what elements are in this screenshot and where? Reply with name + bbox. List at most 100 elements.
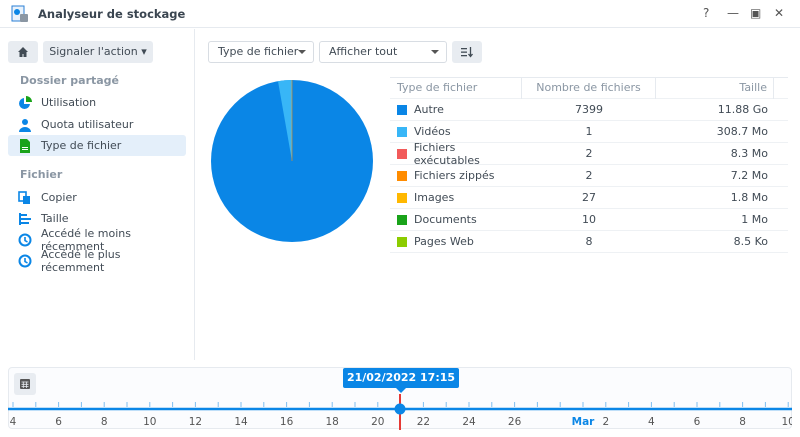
size-cell: 7.2 Mo <box>730 169 768 182</box>
type-label: Images <box>414 191 455 204</box>
size-cell: 1.8 Mo <box>730 191 768 204</box>
size-cell: 1 Mo <box>741 213 768 226</box>
column-header-count[interactable]: Nombre de fichiers <box>522 77 656 99</box>
size-cell: 8.3 Mo <box>730 147 768 160</box>
timeline-label: 18 <box>326 416 339 428</box>
clock-icon <box>18 254 32 267</box>
size-cell: 308.7 Mo <box>716 125 768 138</box>
group-by-value: Type de fichier <box>218 45 299 58</box>
timeline-axis[interactable]: 4 6 8 10 12 14 16 18 20 22 24 26 Mar 2 4 6 8 10 <box>8 392 792 430</box>
sidebar-item-most-recent[interactable]: Accédé le plus récemment <box>8 247 186 274</box>
timeline-label: 22 <box>417 416 430 428</box>
section-shared-folder: Dossier partagé <box>20 74 120 87</box>
table-row[interactable]: Autre 7399 11.88 Go <box>390 99 788 121</box>
count-cell: 2 <box>585 147 593 160</box>
type-cell: Autre <box>390 103 522 116</box>
count-cell: 10 <box>582 213 596 226</box>
type-label: Fichiers exécutables <box>413 140 480 167</box>
type-label: Fichiers zippés <box>414 169 495 182</box>
sidebar: Signaler l'action ▾ Dossier partagé Util… <box>0 29 195 360</box>
timeline-label: 2 <box>602 416 609 428</box>
type-label: Vidéos <box>414 125 451 138</box>
table-row[interactable]: Images 27 1.8 Mo <box>390 187 788 209</box>
sidebar-item-label: Quota utilisateur <box>41 118 134 131</box>
filter-dropdown[interactable]: Afficher tout <box>319 41 447 63</box>
pie-chart-icon <box>19 95 32 109</box>
document-icon <box>20 138 30 153</box>
timeline-label: 26 <box>508 416 522 428</box>
timeline-label: 4 <box>648 416 655 428</box>
timeline-label: 16 <box>280 416 294 428</box>
copy-icon <box>18 190 30 204</box>
report-action-label: Signaler l'action <box>49 45 138 58</box>
table-row[interactable]: Documents 10 1 Mo <box>390 209 788 231</box>
sidebar-item-label: Taille <box>41 212 69 225</box>
home-button[interactable] <box>8 41 38 63</box>
chevron-down-icon <box>298 50 306 54</box>
title-bar: Analyseur de stockage ? — ▣ ✕ <box>0 0 800 28</box>
sidebar-item-label: Accédé le plus récemment <box>41 247 121 274</box>
size-cell: 8.5 Ko <box>733 235 768 248</box>
help-button[interactable]: ? <box>703 6 709 20</box>
group-by-dropdown[interactable]: Type de fichier <box>208 41 314 63</box>
sidebar-item-label: Copier <box>41 191 77 204</box>
sort-button[interactable] <box>452 41 482 63</box>
section-file: Fichier <box>20 168 63 181</box>
table-row[interactable]: Fichiers exécutables 2 8.3 Mo <box>390 141 788 167</box>
file-type-pie-chart <box>211 79 373 242</box>
close-button[interactable]: ✕ <box>774 6 784 20</box>
window-title: Analyseur de stockage <box>38 7 186 21</box>
type-cell: Fichiers zippés <box>390 169 522 182</box>
sidebar-item-usage[interactable]: Utilisation <box>8 92 186 113</box>
type-cell: Vidéos <box>390 125 522 138</box>
user-icon <box>19 118 31 132</box>
timeline-label: 8 <box>739 416 746 428</box>
filter-value: Afficher tout <box>329 45 398 58</box>
timeline: 21/02/2022 17:15 4 6 8 10 12 14 16 18 20 22 24 26 Ma… <box>8 367 792 430</box>
maximize-button[interactable]: ▣ <box>750 6 761 20</box>
size-cell: 11.88 Go <box>717 103 768 116</box>
chevron-down-icon: ▾ <box>141 45 147 58</box>
color-swatch <box>397 148 407 159</box>
sidebar-item-label: Utilisation <box>41 96 97 109</box>
timeline-label: 10 <box>143 416 156 428</box>
chevron-down-icon <box>431 50 439 54</box>
type-label: Pages Web <box>414 235 474 248</box>
color-swatch <box>397 236 407 247</box>
color-swatch <box>397 214 407 225</box>
color-swatch <box>397 170 407 181</box>
timeline-handle[interactable] <box>394 403 406 415</box>
type-cell: Images <box>390 191 522 204</box>
timeline-label: 14 <box>234 416 248 428</box>
column-header-type[interactable]: Type de fichier <box>390 77 522 99</box>
color-swatch <box>397 126 407 137</box>
timeline-label: 4 <box>10 416 17 428</box>
type-label: Documents <box>414 213 477 226</box>
sidebar-item-file-type[interactable]: Type de fichier <box>8 135 186 156</box>
sidebar-item-user-quota[interactable]: Quota utilisateur <box>8 114 186 135</box>
home-icon <box>18 47 28 57</box>
table-row[interactable]: Fichiers zippés 2 7.2 Mo <box>390 165 788 187</box>
minimize-button[interactable]: — <box>727 6 739 20</box>
timeline-label: 8 <box>101 416 108 428</box>
type-cell: Pages Web <box>390 235 522 248</box>
column-header-size[interactable]: Taille <box>656 77 774 99</box>
timeline-label: 20 <box>371 416 384 428</box>
type-cell: Documents <box>390 213 522 226</box>
timeline-label: 24 <box>462 416 476 428</box>
calendar-icon <box>20 379 30 389</box>
table-header: Type de fichier Nombre de fichiers Taill… <box>390 77 788 99</box>
count-cell: 8 <box>585 235 593 248</box>
type-label: Autre <box>414 103 444 116</box>
report-action-button[interactable]: Signaler l'action ▾ <box>43 41 153 63</box>
timeline-label: 6 <box>694 416 701 428</box>
sidebar-item-copy[interactable]: Copier <box>8 187 186 208</box>
color-swatch <box>397 104 407 115</box>
file-type-table: Type de fichier Nombre de fichiers Taill… <box>390 77 788 253</box>
type-cell: Fichiers exécutables <box>390 141 522 167</box>
timeline-label: 12 <box>189 416 202 428</box>
table-row[interactable]: Pages Web 8 8.5 Ko <box>390 231 788 253</box>
timeline-label: 10 <box>782 416 792 428</box>
sort-icon <box>461 47 474 58</box>
timeline-label: Mar <box>572 416 596 428</box>
